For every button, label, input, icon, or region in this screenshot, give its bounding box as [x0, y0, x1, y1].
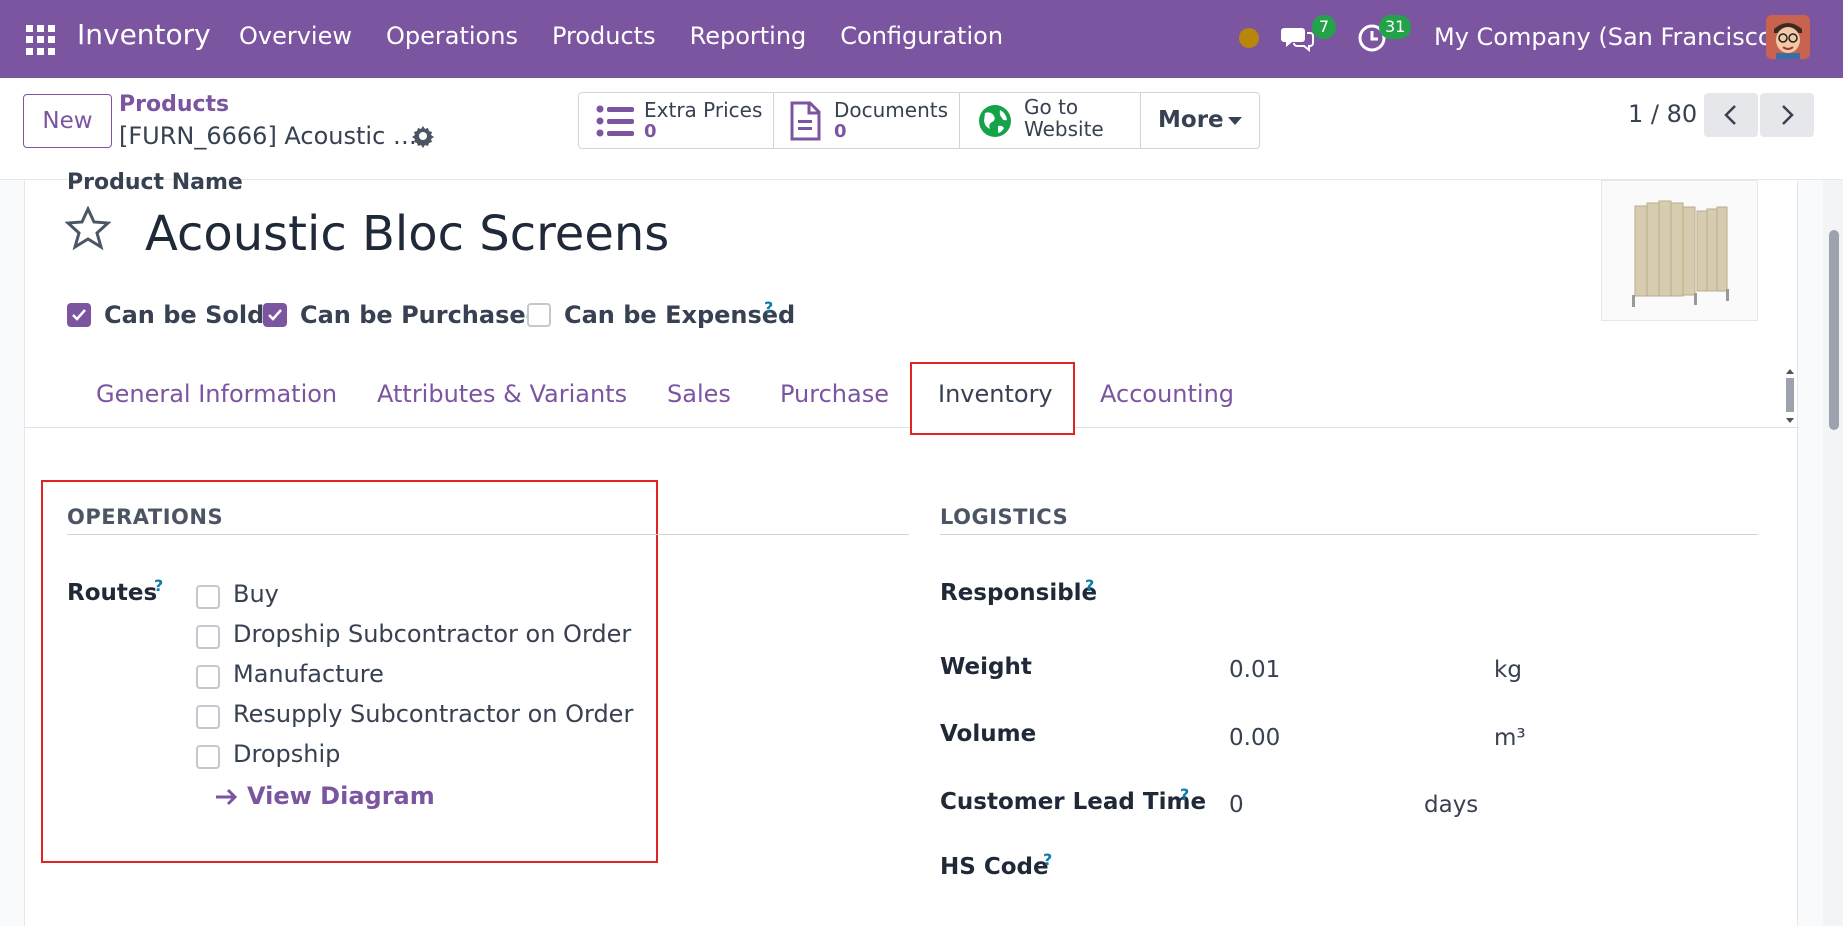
tab-general-information[interactable]: General Information	[96, 380, 337, 408]
pager-previous-button[interactable]	[1704, 93, 1758, 137]
tab-purchase[interactable]: Purchase	[780, 380, 889, 408]
chevron-left-icon	[1724, 105, 1736, 125]
globe-icon	[979, 105, 1011, 137]
tabs-scrollbar[interactable]	[1783, 368, 1797, 424]
route-buy-label[interactable]: Buy	[233, 580, 279, 608]
extra-prices-count: 0	[644, 121, 657, 142]
route-manufacture-checkbox[interactable]	[196, 665, 220, 689]
can-be-sold-checkbox[interactable]	[67, 303, 91, 327]
volume-unit: m³	[1494, 725, 1526, 751]
route-resupply-subcontractor-checkbox[interactable]	[196, 705, 220, 729]
weight-unit: kg	[1494, 657, 1522, 683]
company-switcher[interactable]: My Company (San Francisco)	[1434, 23, 1782, 51]
list-icon	[596, 105, 634, 137]
pager-next-button[interactable]	[1760, 93, 1814, 137]
user-avatar[interactable]	[1766, 15, 1810, 59]
main-menu: Overview Operations Products Reporting C…	[239, 22, 1037, 50]
menu-products[interactable]: Products	[552, 22, 656, 50]
notebook-tabs: General Information Attributes & Variant…	[25, 362, 1799, 435]
menu-overview[interactable]: Overview	[239, 22, 352, 50]
activities-badge: 31	[1379, 15, 1412, 39]
customer-lead-time-input[interactable]: 0	[1229, 792, 1244, 818]
logistics-divider	[940, 534, 1758, 535]
menu-reporting[interactable]: Reporting	[690, 22, 807, 50]
tab-attributes-variants[interactable]: Attributes & Variants	[377, 380, 627, 408]
breadcrumb-products[interactable]: Products	[119, 92, 229, 117]
caret-down-icon	[1228, 117, 1242, 125]
operations-title: OPERATIONS	[67, 505, 224, 529]
status-indicator[interactable]	[1239, 28, 1259, 48]
go-to-website-button[interactable]: Go to Website	[960, 93, 1141, 148]
volume-label: Volume	[940, 721, 1037, 747]
extra-prices-button[interactable]: Extra Prices 0	[579, 93, 774, 148]
route-dropship-subcontractor-label[interactable]: Dropship Subcontractor on Order	[233, 620, 631, 648]
responsible-label: Responsible	[940, 580, 1098, 606]
logistics-title: LOGISTICS	[940, 505, 1069, 529]
page-scrollbar[interactable]	[1823, 180, 1843, 926]
documents-button[interactable]: Documents 0	[774, 93, 960, 148]
gear-icon[interactable]	[411, 124, 435, 148]
page-scrollbar-thumb[interactable]	[1829, 230, 1839, 430]
weight-input[interactable]: 0.01	[1229, 657, 1280, 683]
arrow-right-icon	[216, 788, 238, 806]
top-navbar: Inventory Overview Operations Products R…	[0, 0, 1843, 78]
hs-code-help-icon[interactable]: ?	[1043, 850, 1052, 869]
go-to-label: Go to	[1024, 95, 1079, 119]
messages-badge: 7	[1312, 15, 1336, 39]
help-tooltip-icon[interactable]: ?	[764, 298, 773, 317]
documents-count: 0	[834, 121, 847, 142]
route-dropship-label[interactable]: Dropship	[233, 740, 340, 768]
can-be-expensed-checkbox[interactable]	[527, 303, 551, 327]
route-dropship-checkbox[interactable]	[196, 745, 220, 769]
more-dropdown[interactable]: More	[1141, 93, 1259, 148]
product-form-sheet: Product Name Acoustic Bloc Screens Can b…	[24, 170, 1799, 926]
extra-prices-label: Extra Prices	[644, 98, 763, 122]
documents-label: Documents	[834, 98, 949, 122]
menu-operations[interactable]: Operations	[386, 22, 518, 50]
lead-time-help-icon[interactable]: ?	[1180, 785, 1189, 804]
weight-label: Weight	[940, 654, 1032, 680]
can-be-purchased-label[interactable]: Can be Purchased	[300, 301, 543, 329]
app-name[interactable]: Inventory	[77, 18, 211, 51]
lead-time-unit: days	[1424, 792, 1479, 818]
can-be-purchased-checkbox[interactable]	[263, 303, 287, 327]
route-dropship-subcontractor-checkbox[interactable]	[196, 625, 220, 649]
product-name-label: Product Name	[67, 170, 243, 195]
view-diagram-label: View Diagram	[247, 782, 435, 810]
responsible-help-icon[interactable]: ?	[1085, 576, 1094, 595]
product-image[interactable]	[1601, 180, 1758, 321]
new-button[interactable]: New	[23, 94, 112, 148]
control-panel: New Products [FURN_6666] Acoustic … Extr…	[0, 78, 1843, 180]
smart-buttons: Extra Prices 0 Documents 0 Go to Website…	[578, 92, 1260, 149]
document-icon	[790, 101, 821, 141]
route-buy-checkbox[interactable]	[196, 585, 220, 609]
check-icon	[268, 309, 282, 321]
chevron-right-icon	[1782, 105, 1794, 125]
tab-accounting[interactable]: Accounting	[1100, 380, 1234, 408]
tab-sales[interactable]: Sales	[667, 380, 731, 408]
hs-code-label: HS Code	[940, 854, 1049, 880]
routes-help-icon[interactable]: ?	[154, 576, 163, 595]
operations-divider	[67, 534, 909, 535]
routes-label: Routes	[67, 580, 158, 606]
product-name-field[interactable]: Acoustic Bloc Screens	[145, 206, 669, 262]
route-resupply-subcontractor-label[interactable]: Resupply Subcontractor on Order	[233, 700, 633, 728]
can-be-expensed-label[interactable]: Can be Expensed	[564, 301, 795, 329]
check-icon	[72, 309, 86, 321]
can-be-sold-label[interactable]: Can be Sold	[104, 301, 264, 329]
pager-value[interactable]: 1 / 80	[1628, 100, 1697, 128]
favorite-star-icon[interactable]	[65, 206, 111, 250]
tab-inventory[interactable]: Inventory	[938, 380, 1053, 408]
more-label: More	[1158, 107, 1224, 133]
apps-menu-icon[interactable]	[26, 25, 56, 55]
view-diagram-link[interactable]: View Diagram	[215, 782, 435, 810]
route-manufacture-label[interactable]: Manufacture	[233, 660, 384, 688]
menu-configuration[interactable]: Configuration	[840, 22, 1003, 50]
breadcrumb-current: [FURN_6666] Acoustic …	[119, 122, 417, 150]
website-label: Website	[1024, 117, 1104, 141]
customer-lead-time-label: Customer Lead Time	[940, 789, 1207, 815]
volume-input[interactable]: 0.00	[1229, 725, 1280, 751]
messages-icon[interactable]	[1281, 24, 1315, 52]
